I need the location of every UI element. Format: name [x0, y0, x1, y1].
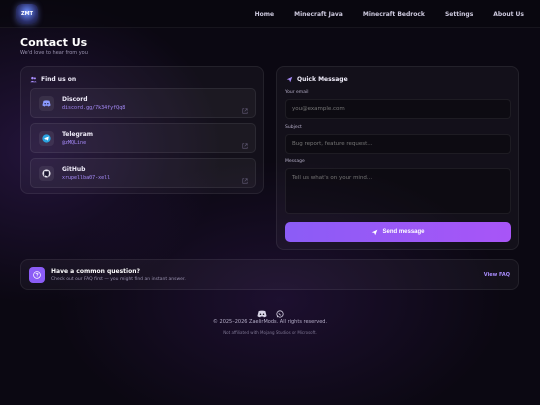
page-title: Contact Us — [20, 36, 88, 49]
github-icon — [39, 166, 54, 181]
contact-github[interactable]: GitHub xrupellba07-xell — [30, 158, 256, 188]
contact-value: @zMQLine — [62, 140, 87, 146]
send-message-button[interactable]: Send message — [285, 222, 511, 242]
find-us-header: Find us on — [30, 76, 76, 83]
find-us-title: Find us on — [41, 76, 77, 83]
subject-label: Subject — [285, 125, 302, 130]
affiliation-text: Not affiliated with Mojang Studios or Mi… — [223, 330, 317, 335]
nav-link-home[interactable]: Home — [255, 11, 274, 18]
copyright-text: © 2025–2026 ZaelirMods. All rights reser… — [212, 319, 328, 325]
nav-link-settings[interactable]: Settings — [445, 11, 473, 18]
find-us-card: Find us on Discord discord.gg/7k34fyfQq8… — [20, 66, 264, 194]
top-navbar: ZMT Home Minecraft Java Minecraft Bedroc… — [0, 0, 540, 28]
contact-value: discord.gg/7k34fyfQq8 — [62, 105, 126, 111]
faq-subtitle: Check out our FAQ first — you might find… — [51, 277, 186, 282]
send-icon — [286, 76, 293, 83]
contact-discord[interactable]: Discord discord.gg/7k34fyfQq8 — [30, 88, 256, 118]
contact-telegram[interactable]: Telegram @zMQLine — [30, 123, 256, 153]
email-field[interactable] — [285, 99, 511, 119]
discord-icon — [39, 96, 54, 111]
contact-name: Telegram — [62, 131, 94, 138]
message-label: Message — [285, 159, 305, 164]
external-link-icon — [242, 134, 248, 153]
contact-name: Discord — [62, 96, 88, 103]
site-logo[interactable]: ZMT — [16, 4, 38, 24]
nav-links: Home Minecraft Java Minecraft Bedrock Se… — [255, 0, 524, 28]
page-subtitle: We'd love to hear from you — [20, 50, 88, 56]
send-icon — [372, 229, 378, 235]
quick-message-title: Quick Message — [297, 76, 348, 83]
logo-text: ZMT — [20, 11, 33, 17]
users-icon — [30, 76, 37, 83]
question-icon — [29, 267, 45, 283]
telegram-icon — [39, 131, 54, 146]
view-faq-link[interactable]: View FAQ — [484, 272, 510, 278]
quick-message-card: Quick Message Your email Subject Message… — [276, 66, 519, 250]
nav-link-about-us[interactable]: About Us — [493, 11, 524, 18]
faq-title: Have a common question? — [51, 268, 140, 275]
contact-name: GitHub — [62, 166, 86, 173]
email-label: Your email — [285, 90, 309, 95]
nav-link-minecraft-java[interactable]: Minecraft Java — [294, 11, 343, 18]
nav-link-minecraft-bedrock[interactable]: Minecraft Bedrock — [363, 11, 425, 18]
contact-value: xrupellba07-xell — [62, 175, 111, 181]
external-link-icon — [242, 169, 248, 188]
subject-field[interactable] — [285, 134, 511, 154]
external-link-icon — [242, 99, 248, 118]
quick-message-header: Quick Message — [286, 76, 348, 83]
message-field[interactable] — [285, 168, 511, 214]
send-button-label: Send message — [382, 229, 425, 235]
faq-banner: Have a common question? Check out our FA… — [20, 259, 519, 290]
